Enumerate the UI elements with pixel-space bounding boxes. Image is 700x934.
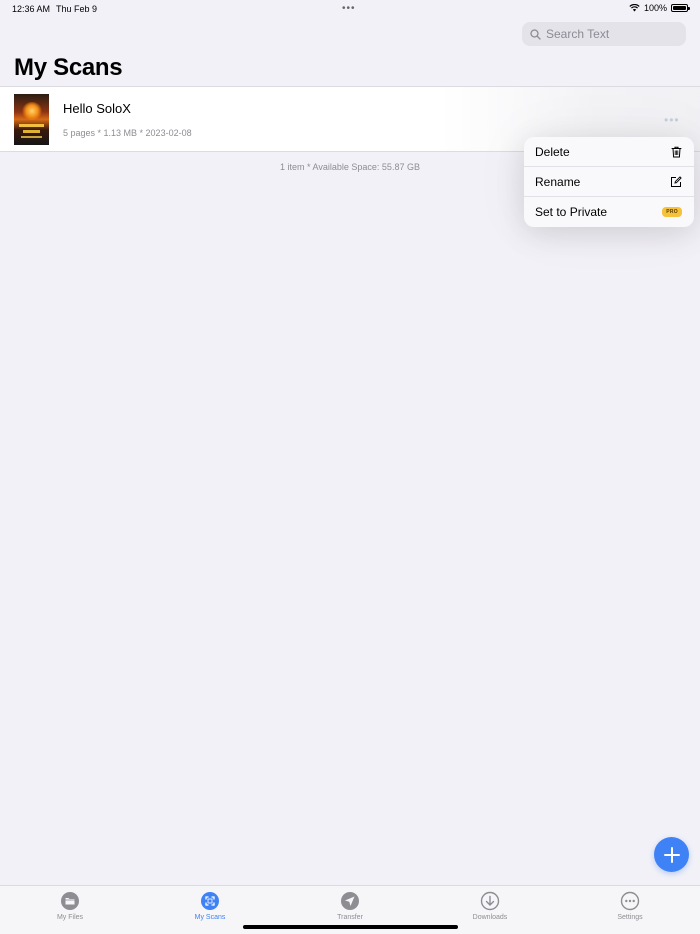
add-scan-button[interactable] [654, 837, 689, 872]
tab-label: My Files [56, 914, 84, 921]
menu-item-label: Delete [535, 144, 570, 159]
plus-icon [663, 846, 680, 863]
context-menu: Delete Rename Set to Private PRO [524, 137, 694, 227]
scan-meta: 5 pages * 1.13 MB * 2023-02-08 [63, 128, 192, 138]
search-icon [530, 28, 541, 40]
tab-label: Settings [617, 914, 643, 921]
tab-label: Downloads [472, 914, 508, 921]
menu-item-delete[interactable]: Delete [524, 137, 694, 167]
pro-badge: PRO [662, 207, 682, 217]
folder-icon [61, 892, 79, 910]
more-options-icon[interactable]: ••• [664, 113, 680, 127]
download-icon [480, 891, 500, 911]
menu-item-label: Rename [535, 174, 581, 189]
battery-percentage: 100% [643, 3, 667, 13]
status-date: Thu Feb 9 [56, 4, 98, 14]
status-time: 12:36 AM [12, 4, 51, 14]
page-title: My Scans [14, 54, 123, 81]
battery-icon [671, 4, 690, 12]
tab-my-files[interactable]: My Files [30, 891, 110, 921]
search-field[interactable] [522, 22, 686, 46]
settings-icon [620, 891, 640, 911]
status-indicators: 100% [629, 3, 690, 13]
trash-icon [671, 146, 682, 157]
tab-downloads[interactable]: Downloads [450, 891, 530, 921]
send-icon [341, 892, 359, 910]
scan-name: Hello SoloX [63, 101, 131, 116]
tab-label: My Scans [194, 914, 226, 921]
tab-transfer[interactable]: Transfer [310, 891, 390, 921]
tab-settings[interactable]: Settings [590, 891, 670, 921]
menu-item-label: Set to Private [535, 205, 608, 219]
multitasking-dots-icon[interactable]: ••• [342, 3, 356, 14]
scan-thumbnail [14, 94, 49, 145]
tab-label: Transfer [337, 914, 363, 921]
search-input[interactable] [546, 27, 676, 41]
home-indicator [243, 925, 458, 929]
wifi-icon [629, 4, 640, 12]
menu-item-set-private[interactable]: Set to Private PRO [524, 197, 694, 227]
tab-my-scans[interactable]: My Scans [170, 891, 250, 921]
scan-icon [201, 892, 219, 910]
edit-icon [671, 175, 682, 187]
status-bar: 12:36 AM Thu Feb 9 ••• 100% [0, 0, 700, 18]
menu-item-rename[interactable]: Rename [524, 167, 694, 197]
